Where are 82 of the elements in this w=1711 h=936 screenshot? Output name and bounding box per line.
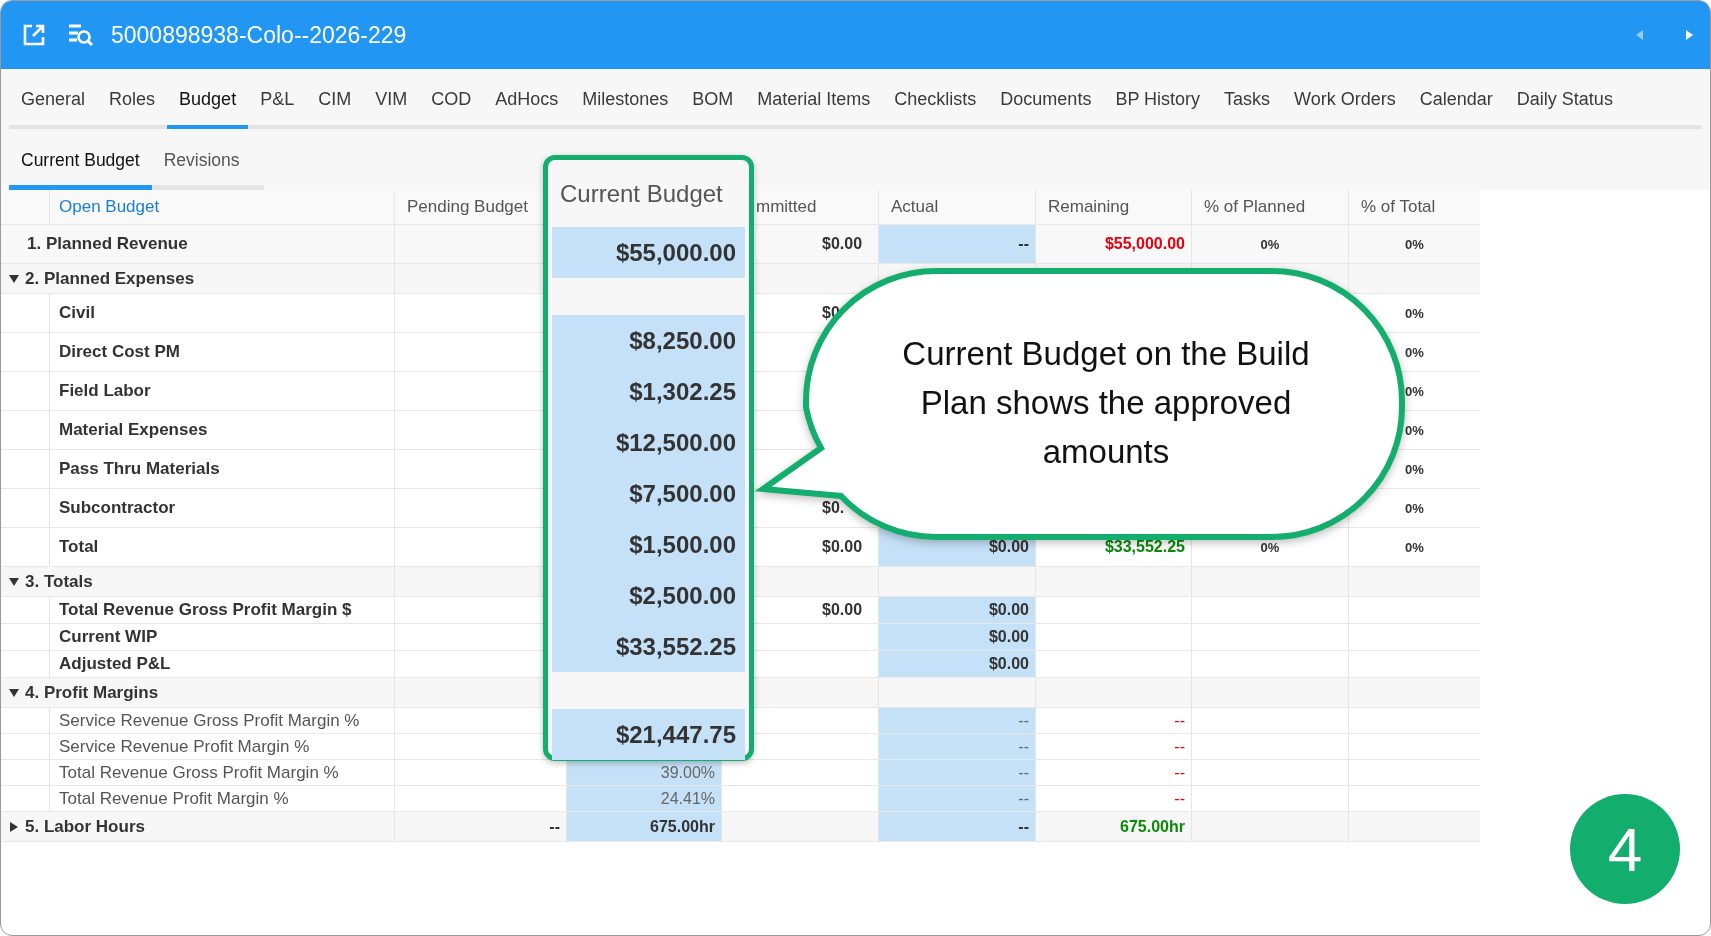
section-label: 5. Labor Hours <box>25 816 145 837</box>
tab[interactable]: Budget <box>167 69 249 129</box>
table-cell: -- <box>878 708 1035 733</box>
table-cell: 0% <box>1348 225 1480 263</box>
section-label: 3. Totals <box>25 571 93 592</box>
tab[interactable]: CIM <box>306 69 364 129</box>
tab[interactable]: Revisions <box>151 129 252 190</box>
row-label: Service Revenue Profit Margin % <box>58 735 310 758</box>
table-cell: 0% <box>1348 528 1480 566</box>
table-cell: $7,500.00 <box>552 468 745 519</box>
table-cell: $2,500.00 <box>552 570 745 621</box>
callout-text: Current Budget on the Build Plan shows the approved amounts <box>901 334 1311 472</box>
row-label: Total Revenue Profit Margin % <box>58 787 289 810</box>
table-cell: -- <box>878 760 1035 785</box>
row-label: Adjusted P&L <box>58 653 171 675</box>
tab[interactable]: Tasks <box>1212 69 1283 129</box>
table-cell: $55,000.00 <box>552 227 745 278</box>
tab[interactable]: General <box>9 69 98 129</box>
table-cell: 0% <box>1191 225 1348 263</box>
table-cell: -- <box>1035 760 1191 785</box>
caret-icon[interactable] <box>8 820 20 833</box>
table-cell: $1,500.00 <box>552 519 745 570</box>
table-cell: $12,500.00 <box>552 417 745 468</box>
table-cell: $55,000.00 <box>1035 225 1191 263</box>
row-label: Civil <box>58 302 95 324</box>
tab[interactable]: BP History <box>1103 69 1213 129</box>
table-cell: -- <box>1035 734 1191 759</box>
table-cell: 39.00% <box>566 760 721 785</box>
row-label: Field Labor <box>58 380 151 402</box>
window-title: 5000898938-Colo--2026-229 <box>111 21 408 49</box>
table-cell: -- <box>878 734 1035 759</box>
tab[interactable]: Calendar <box>1407 69 1505 129</box>
table-cell: $21,447.75 <box>552 709 745 760</box>
tab[interactable]: Daily Status <box>1504 69 1625 129</box>
table-cell: -- <box>1035 786 1191 811</box>
column-header: Remaining <box>1035 190 1191 224</box>
tab[interactable]: P&L <box>248 69 307 129</box>
caret-icon[interactable] <box>8 686 20 699</box>
tab[interactable]: BOM <box>680 69 746 129</box>
section-label: 2. Planned Expenses <box>25 268 195 289</box>
section-label: 4. Profit Margins <box>25 682 159 703</box>
step-badge: 4 <box>1570 794 1680 904</box>
tab[interactable]: Milestones <box>570 69 681 129</box>
row-label: Total Revenue Gross Profit Margin % <box>58 761 339 784</box>
column-header: % of Planned <box>1191 190 1348 224</box>
tab[interactable]: Roles <box>97 69 168 129</box>
tab[interactable]: Documents <box>988 69 1104 129</box>
table-cell: $0.00 <box>878 651 1035 677</box>
table-cell: $0.00 <box>878 624 1035 650</box>
table-cell: 675.00hr <box>1035 812 1191 841</box>
row-label: Total <box>58 536 99 558</box>
open-external-icon[interactable] <box>21 22 47 48</box>
row-label: Direct Cost PM <box>58 341 180 363</box>
tab[interactable]: COD <box>419 69 484 129</box>
table-cell: $0.00 <box>878 597 1035 623</box>
row-label: Subcontractor <box>58 497 176 519</box>
row-label: Total Revenue Gross Profit Margin $ <box>58 599 352 621</box>
table-cell: $33,552.25 <box>552 621 745 672</box>
tab[interactable]: VIM <box>363 69 420 129</box>
column-header: % of Total <box>1348 190 1480 224</box>
row-label: Pass Thru Materials <box>58 458 220 480</box>
row-label: Material Expenses <box>58 419 208 441</box>
caret-icon[interactable] <box>8 272 20 285</box>
table-cell: $8,250.00 <box>552 315 745 366</box>
row-label: 1. Planned Revenue <box>26 233 188 255</box>
tab[interactable]: Work Orders <box>1282 69 1408 129</box>
table-cell: $1,302.25 <box>552 366 745 417</box>
table-cell: -- <box>1035 708 1191 733</box>
column-header: Actual <box>878 190 1035 224</box>
table-cell: 24.41% <box>566 786 721 811</box>
row-label: Current WIP <box>58 626 158 648</box>
report-search-icon[interactable] <box>67 22 93 48</box>
table-cell: -- <box>878 225 1035 263</box>
table-cell: 675.00hr <box>566 812 721 841</box>
table-cell: -- <box>878 812 1035 841</box>
tab[interactable]: AdHocs <box>483 69 571 129</box>
open-budget-link[interactable]: Open Budget <box>50 190 160 224</box>
caret-icon[interactable] <box>8 575 20 588</box>
tab[interactable]: Material Items <box>745 69 883 129</box>
tab[interactable]: Checklists <box>882 69 989 129</box>
row-label: Service Revenue Gross Profit Margin % <box>58 709 360 732</box>
table-cell: -- <box>878 786 1035 811</box>
